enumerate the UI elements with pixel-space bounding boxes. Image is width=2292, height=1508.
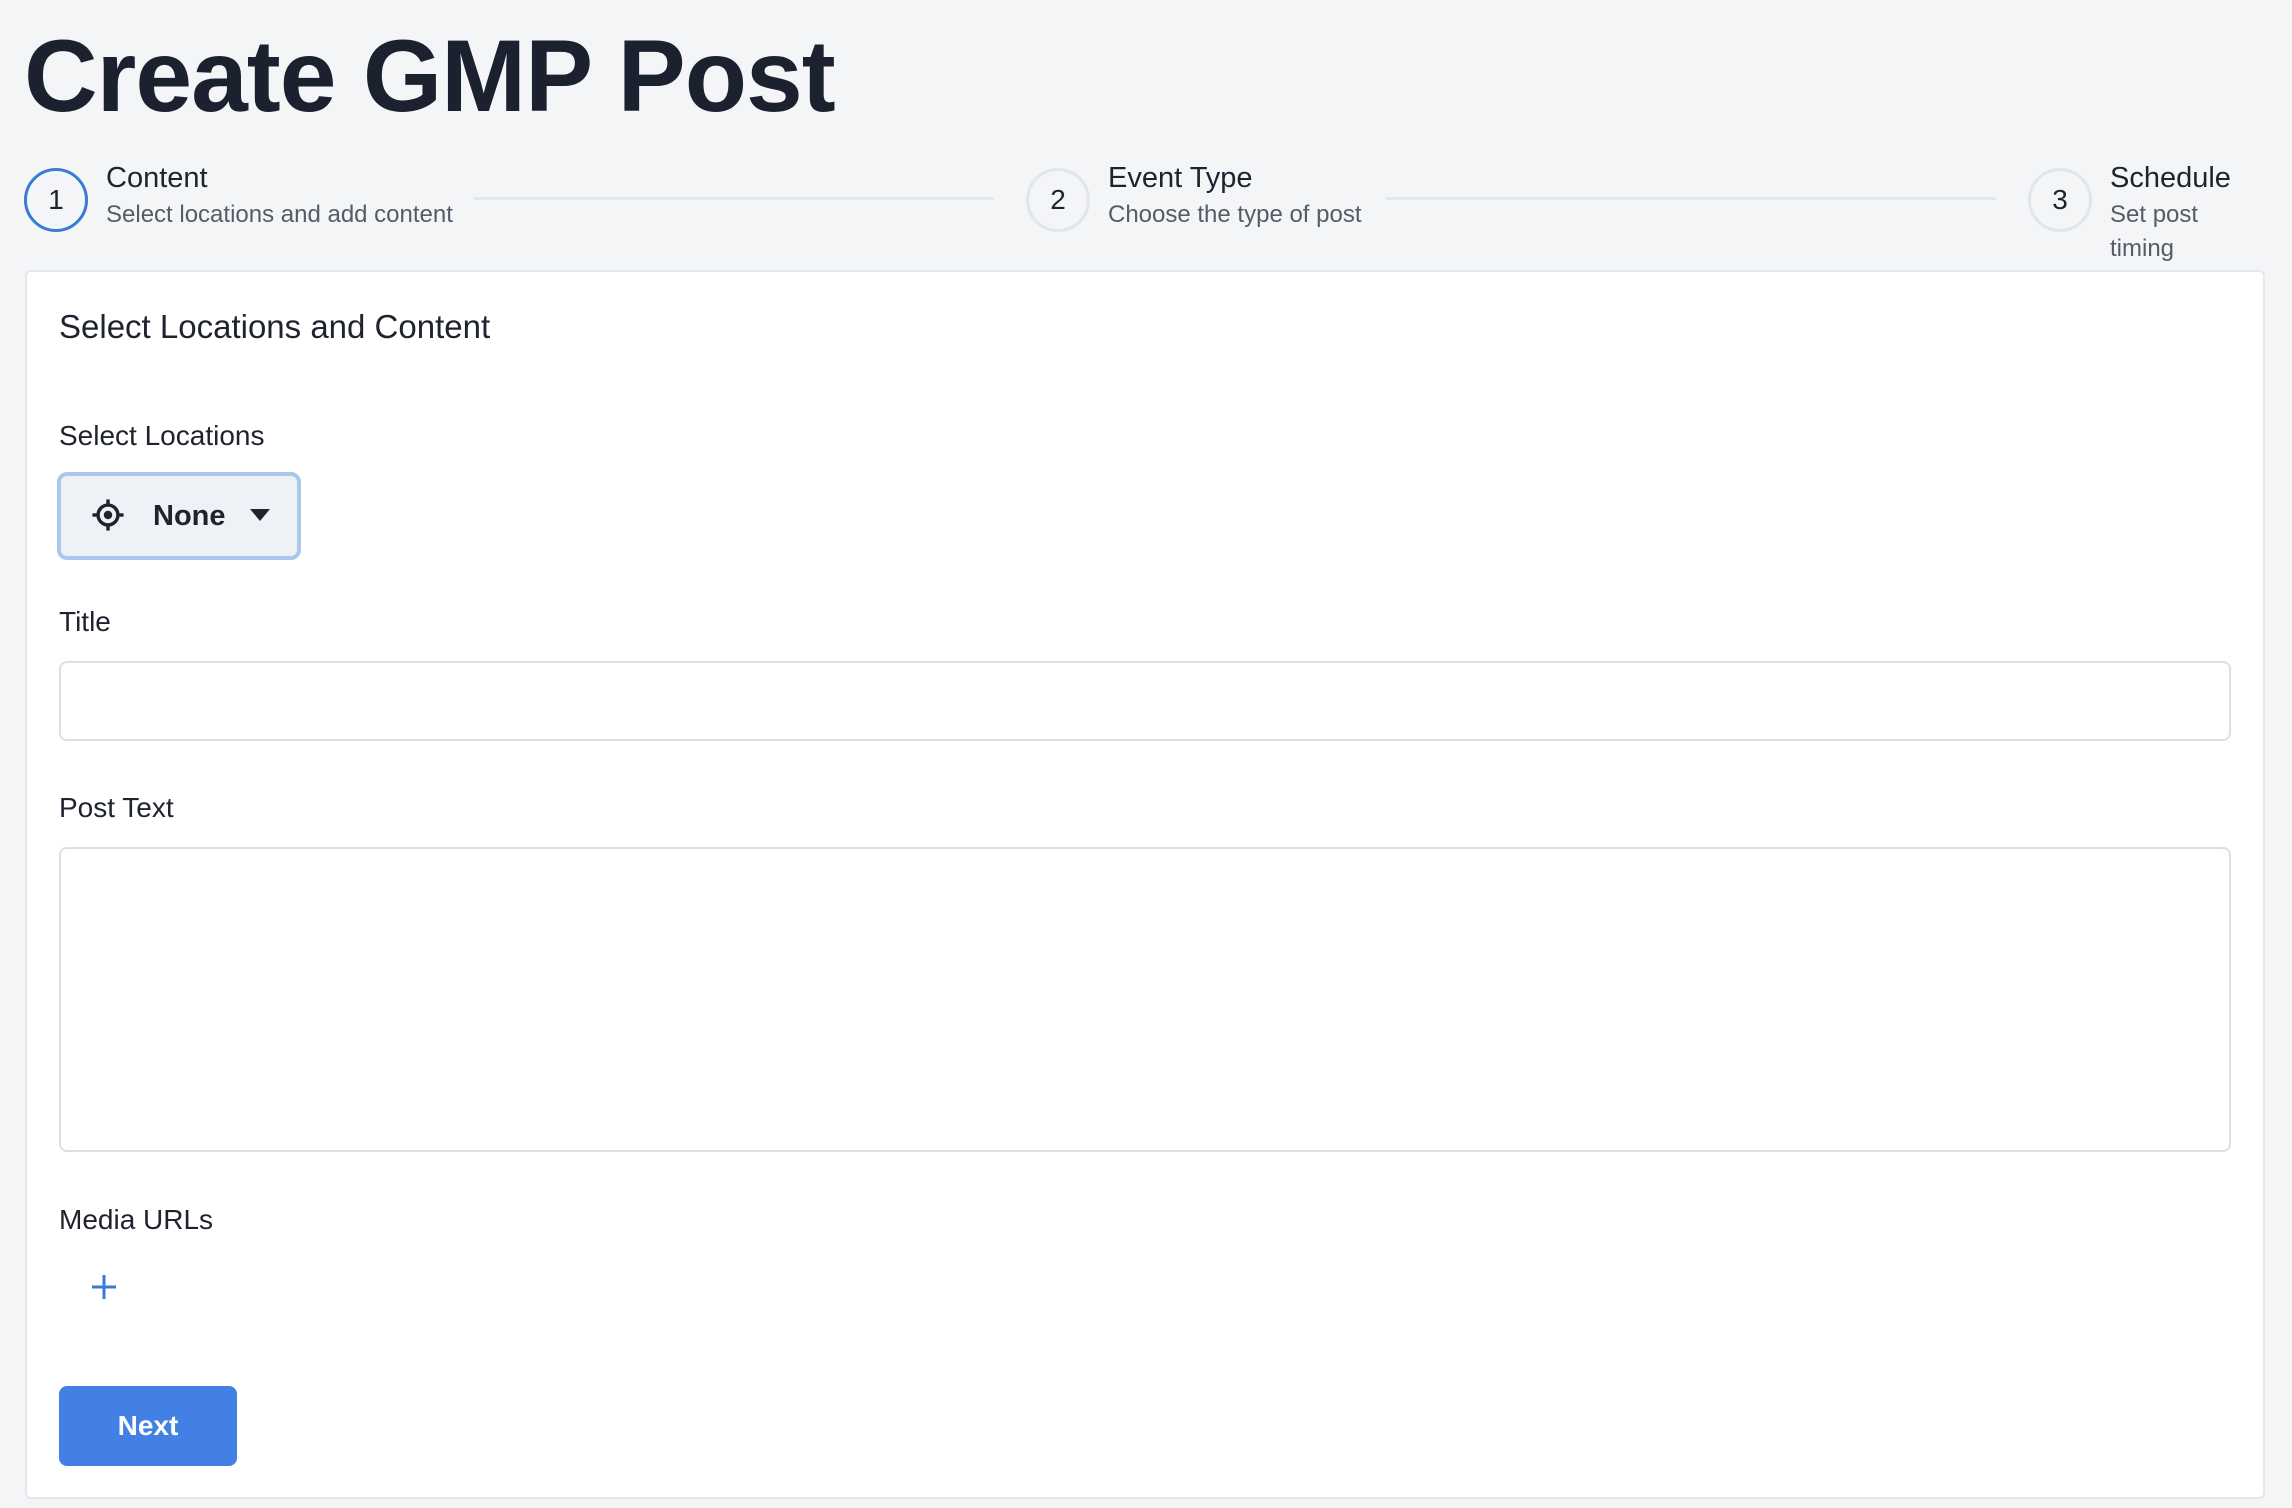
step-title: Event Type [1108,162,1253,194]
step-subtitle: Choose the type of post [1108,201,1362,228]
step-title: Content [106,162,208,194]
step-text: Event Type Choose the type of post [1108,160,1362,232]
step-subtitle: Set post timing [2110,201,2199,262]
crosshair-icon [92,499,124,531]
step-text: Schedule Set post timing [2110,160,2268,266]
post-text-input[interactable] [59,847,2231,1152]
step-schedule[interactable]: 3 Schedule Set post timing [2028,160,2268,266]
next-button[interactable]: Next [59,1386,237,1466]
content-form-card: Select Locations and Content Select Loca… [25,270,2265,1499]
step-connector [474,197,994,200]
add-media-url-button[interactable] [79,1262,129,1312]
step-event-type[interactable]: 2 Event Type Choose the type of post [1026,160,1362,232]
locations-dropdown[interactable]: None [57,472,301,560]
step-number-circle: 1 [24,168,88,232]
step-number-circle: 3 [2028,168,2092,232]
page-title: Create GMP Post [24,19,836,133]
step-title: Schedule [2110,162,2231,194]
step-number-circle: 2 [1026,168,1090,232]
step-subtitle: Select locations and add content [106,201,453,228]
media-urls-label: Media URLs [59,1204,214,1235]
step-content[interactable]: 1 Content Select locations and add conte… [24,160,453,232]
plus-icon [92,1275,116,1299]
step-text: Content Select locations and add content [106,160,453,232]
title-label: Title [59,606,111,637]
chevron-down-icon [250,509,270,521]
step-connector [1386,197,1996,200]
stepper: 1 Content Select locations and add conte… [24,160,2268,262]
title-input[interactable] [59,661,2231,741]
locations-selected-value: None [153,500,226,532]
card-title: Select Locations and Content [59,308,491,345]
locations-label: Select Locations [59,420,265,451]
post-text-label: Post Text [59,792,174,823]
